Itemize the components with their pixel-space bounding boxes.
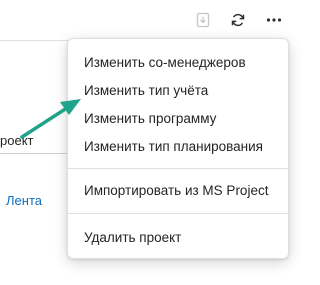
menu-item-import-ms-project[interactable]: Импортировать из MS Project <box>84 182 268 200</box>
menu-item-edit-comanagers[interactable]: Изменить со-менеджеров <box>84 54 246 72</box>
context-menu: Изменить со-менеджеров Изменить тип учёт… <box>67 38 289 259</box>
refresh-button[interactable] <box>226 8 250 32</box>
menu-separator <box>68 213 288 214</box>
menu-item-edit-program[interactable]: Изменить программу <box>84 110 216 128</box>
menu-item-delete-project[interactable]: Удалить проект <box>84 229 181 247</box>
top-toolbar <box>0 0 300 40</box>
menu-separator <box>68 168 288 169</box>
field-underline <box>0 153 70 154</box>
refresh-icon <box>231 13 245 27</box>
menu-item-edit-accounting-type[interactable]: Изменить тип учёта <box>84 82 208 100</box>
menu-item-edit-planning-type[interactable]: Изменить тип планирования <box>84 138 263 156</box>
download-icon <box>196 12 210 28</box>
project-label: роект <box>0 133 34 148</box>
lenta-link[interactable]: Лента <box>6 193 42 208</box>
more-horizontal-icon <box>266 18 282 22</box>
download-button[interactable] <box>191 8 215 32</box>
more-button[interactable] <box>262 8 286 32</box>
page-divider <box>0 40 72 41</box>
